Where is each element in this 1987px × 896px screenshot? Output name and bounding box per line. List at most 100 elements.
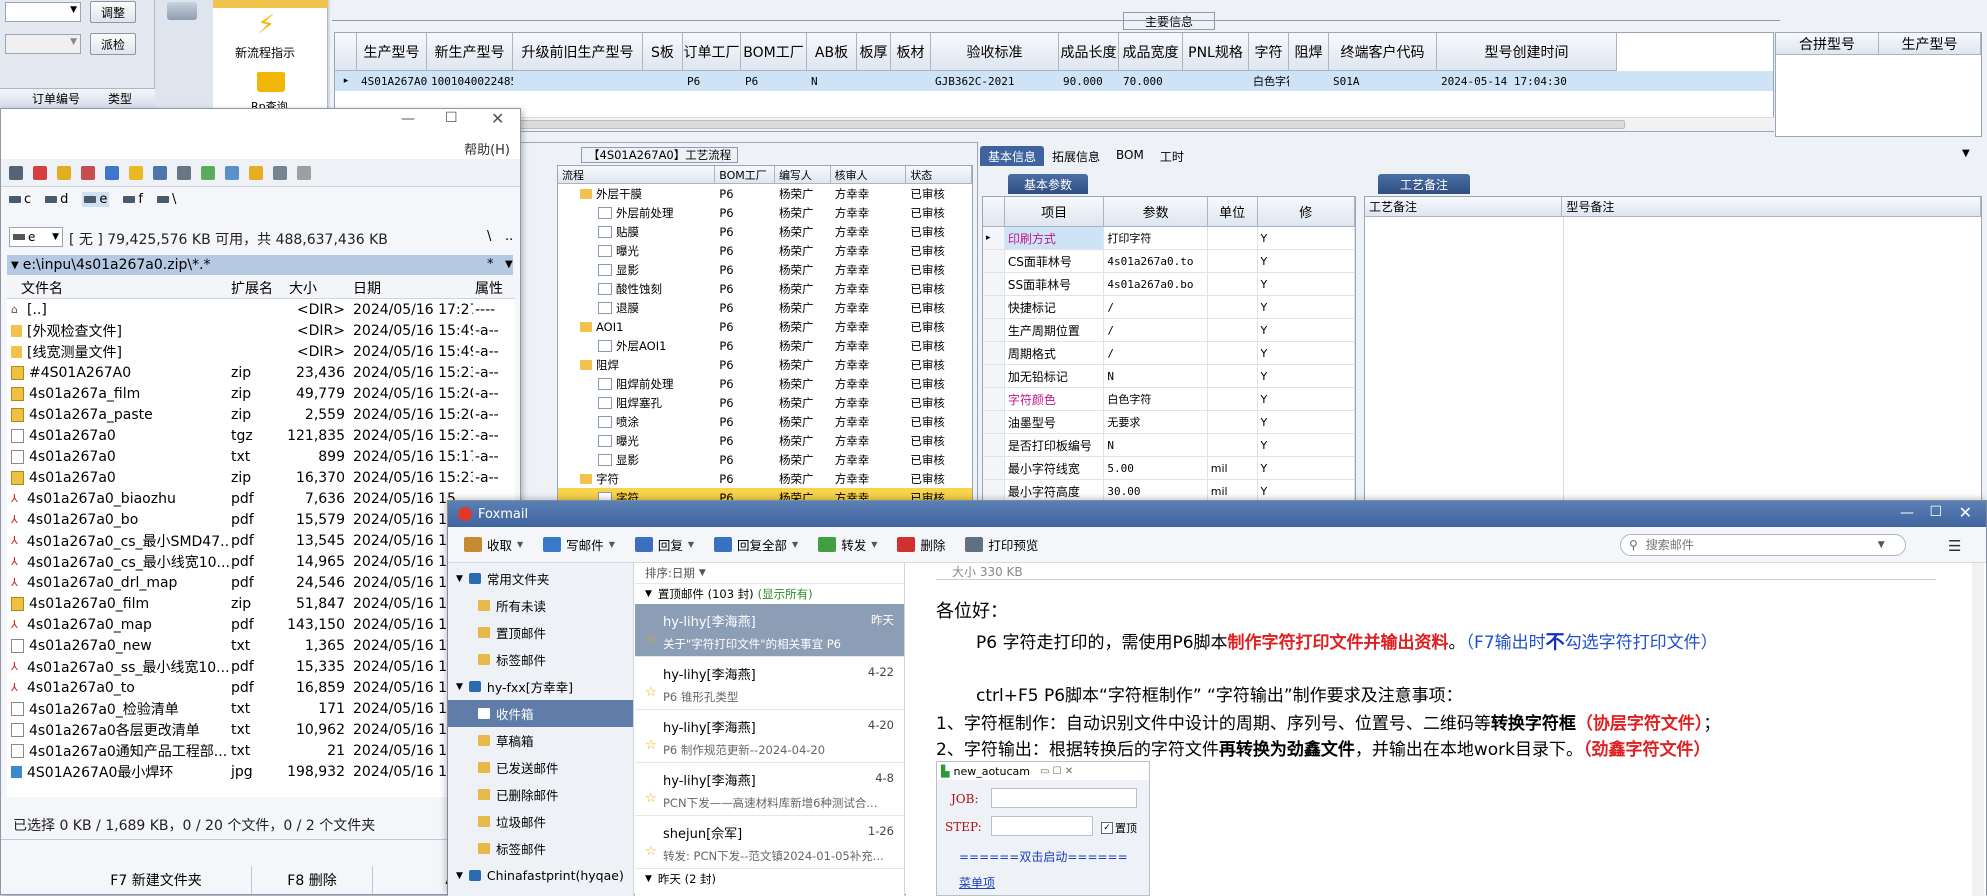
parent-button[interactable]: .. <box>505 229 513 244</box>
process-row[interactable]: 酸性蚀刻 P6 杨荣广 方幸幸 已审核 <box>558 279 972 298</box>
file-row[interactable]: 4s01a267a0通知产品工程部... txt 21 2024/05/16 15 <box>7 740 515 761</box>
file-row[interactable]: ⅄ 4s01a267a0_ss_最小线宽10... pdf 15,335 2024/05… <box>7 656 515 677</box>
fx-tool-button[interactable]: 写邮件 ▼ <box>543 535 615 554</box>
mail-item[interactable]: shejun[佘军] 转发: PCN下发--范文镇2024-01-05补充... 1… <box>635 816 904 869</box>
main-col-header[interactable]: 订单工厂 <box>683 33 741 71</box>
main-cell[interactable] <box>857 71 891 91</box>
new-flow-label[interactable]: 新流程指示 <box>235 44 295 61</box>
fm-tool-icon[interactable] <box>249 165 263 180</box>
fm-tool-icon[interactable] <box>57 165 71 180</box>
fx-tool-button[interactable]: 回复 ▼ <box>634 535 694 554</box>
process-row[interactable]: 显影 P6 杨荣广 方幸幸 已审核 <box>558 450 972 469</box>
folder-open-icon[interactable] <box>257 72 285 92</box>
folder-item[interactable]: 草稿箱 <box>448 727 633 754</box>
file-row[interactable]: ⅄ 4s01a267a0_to pdf 16,859 2024/05/16 15 <box>7 677 515 698</box>
params-row[interactable]: ▸ 印刷方式 打印字符 Y <box>983 227 1355 250</box>
file-row[interactable]: ⅄ 4s01a267a0_cs_最小SMD47... pdf 13,545 2024/0… <box>7 530 515 551</box>
drive-combo[interactable]: e ▼ <box>9 227 63 247</box>
folder-item[interactable]: ▼ 常用文件夹 <box>448 565 633 592</box>
help-menu[interactable]: 帮助(H) <box>464 139 510 158</box>
search-options-icon[interactable]: ▼ <box>1878 540 1885 550</box>
folder-item[interactable]: ▼ Chinafastprint(hyqae) <box>448 862 633 889</box>
popup-menu-item[interactable]: 菜单项 <box>959 874 995 891</box>
process-row[interactable]: 退膜 P6 杨荣广 方幸幸 已审核 <box>558 298 972 317</box>
fm-tool-icon[interactable] <box>105 165 119 180</box>
params-row[interactable]: 快捷标记 / Y <box>983 296 1355 319</box>
params-row[interactable]: CS面菲林号 4s01a267a0.to Y <box>983 250 1355 273</box>
file-col-header[interactable]: 日期 <box>351 277 473 298</box>
drive-button[interactable]: \ <box>157 192 176 207</box>
folder-item[interactable]: 所有未读 <box>448 592 633 619</box>
main-col-header[interactable]: S板 <box>643 33 683 71</box>
star-icon[interactable]: ☆ <box>645 791 657 806</box>
dispatch-check-button[interactable]: 派检 <box>90 33 136 55</box>
params-value[interactable]: / <box>1104 296 1208 318</box>
file-col-header[interactable]: 扩展名 <box>229 277 287 298</box>
params-tab[interactable]: 拓展信息 <box>1044 146 1108 166</box>
main-cell[interactable]: GJB362C-2021 <box>931 71 1059 91</box>
main-col-header[interactable]: 终端客户代码 <box>1329 33 1437 71</box>
params-value[interactable]: 5.00 <box>1104 457 1208 479</box>
file-row[interactable]: 4s01a267a0 tgz 1,121,835 2024/05/16 15:21-a… <box>7 425 515 446</box>
launcher-icon[interactable] <box>167 2 197 20</box>
main-cell[interactable]: 4S01A267A0 <box>357 71 427 91</box>
main-col-header[interactable]: 升级前旧生产型号 <box>513 33 643 71</box>
file-row[interactable]: 4s01a267a0_检验清单 txt 171 2024/05/16 15 <box>7 698 515 719</box>
file-row[interactable]: ⌂ [..] <DIR> 2024/05/16 17:27 ---- <box>7 299 515 320</box>
horizontal-scrollbar[interactable] <box>335 117 1775 131</box>
drive-button[interactable]: c <box>9 192 31 207</box>
process-row[interactable]: 曝光 P6 杨荣广 方幸幸 已审核 <box>558 241 972 260</box>
folder-item[interactable]: 标签邮件 <box>448 835 633 862</box>
params-value[interactable]: 30.00 <box>1104 480 1208 501</box>
params-row[interactable]: 生产周期位置 / Y <box>983 319 1355 342</box>
group-pinned[interactable]: ▼ 置顶邮件 (103 封) (显示所有) <box>635 584 904 604</box>
params-value[interactable]: 无要求 <box>1104 411 1208 433</box>
main-cell[interactable]: P6 <box>683 71 741 91</box>
file-row[interactable]: 4s01a267a0_film zip 51,847 2024/05/16 15 <box>7 593 515 614</box>
main-cell[interactable] <box>891 71 931 91</box>
folder-item[interactable]: 垃圾邮件 <box>448 808 633 835</box>
drive-button[interactable]: f <box>123 192 143 207</box>
process-col-header[interactable]: 编写人 <box>774 166 831 184</box>
params-row[interactable]: 是否打印板编号 N Y <box>983 434 1355 457</box>
main-col-header[interactable]: 板厚 <box>857 33 891 71</box>
folder-item[interactable]: ▼ hy-fxx[方幸幸] <box>448 673 633 700</box>
minimize-icon[interactable]: — <box>401 111 415 127</box>
params-tab[interactable]: BOM <box>1108 146 1152 166</box>
main-cell[interactable] <box>643 71 683 91</box>
params-value[interactable]: / <box>1104 342 1208 364</box>
main-col-header[interactable]: 阻焊 <box>1289 33 1329 71</box>
folder-item[interactable]: 已发送邮件 <box>448 754 633 781</box>
popup-job-input[interactable] <box>991 788 1137 808</box>
process-row[interactable]: 阻焊 P6 杨荣广 方幸幸 已审核 <box>558 355 972 374</box>
file-row[interactable]: ⅄ 4s01a267a0_drl_map pdf 24,546 2024/05/16 1… <box>7 572 515 593</box>
fm-tool-icon[interactable] <box>153 165 167 180</box>
star-icon[interactable]: ☆ <box>645 844 657 859</box>
main-col-header[interactable]: 字符 <box>1249 33 1289 71</box>
params-col-header[interactable]: 单位 <box>1207 197 1258 227</box>
params-tab[interactable]: 基本信息 <box>980 146 1045 166</box>
filter-combo-1[interactable]: ▼ <box>5 2 81 22</box>
mail-item[interactable]: hy-lihy[李海燕] P6 制作规范更新--2024-04-20 4-20 ☆ <box>635 710 904 763</box>
file-row[interactable]: 4S01A267A0最小焊环 jpg 198,932 2024/05/16 15 <box>7 761 515 782</box>
main-cell[interactable]: N <box>807 71 857 91</box>
file-row[interactable]: 4s01a267a_paste zip 2,559 2024/05/16 15:20-… <box>7 404 515 425</box>
main-col-header[interactable]: AB板 <box>807 33 857 71</box>
remarks-tab[interactable]: 工艺备注 <box>1378 174 1470 194</box>
process-row[interactable]: 阻焊前处理 P6 杨荣广 方幸幸 已审核 <box>558 374 972 393</box>
menu-icon[interactable]: ☰ <box>1948 537 1961 555</box>
params-row[interactable]: 加无铅标记 N Y <box>983 365 1355 388</box>
params-row[interactable]: 周期格式 / Y <box>983 342 1355 365</box>
filter-combo-2[interactable]: ▼ <box>5 34 81 54</box>
maximize-icon[interactable]: ☐ <box>445 110 458 126</box>
params-subtab[interactable]: 基本参数 <box>1008 174 1088 194</box>
path-dropdown-icon[interactable]: ▼ <box>11 260 19 271</box>
process-row[interactable]: AOI1 P6 杨荣广 方幸幸 已审核 <box>558 317 972 336</box>
main-col-header[interactable]: BOM工厂 <box>741 33 807 71</box>
main-cell[interactable]: 白色字符 <box>1249 71 1289 91</box>
folder-item[interactable]: 置顶邮件 <box>448 619 633 646</box>
params-value[interactable]: N <box>1104 365 1208 387</box>
folder-item[interactable]: 收件箱 <box>448 700 633 727</box>
process-row[interactable]: 阻焊塞孔 P6 杨荣广 方幸幸 已审核 <box>558 393 972 412</box>
scroll-arrow-icon[interactable]: ▼ <box>1962 148 1970 159</box>
